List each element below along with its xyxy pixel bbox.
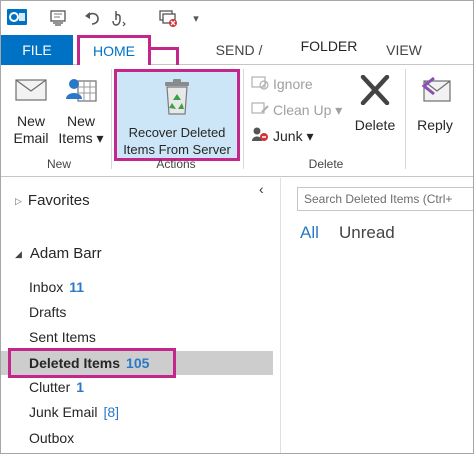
favorites-label: Favorites [27, 192, 90, 209]
delete-label: Delete [354, 117, 396, 133]
folder-junk-email[interactable]: Junk Email [8] [29, 401, 119, 423]
ribbon-home: New Email New Items ▾ New Recover Delete… [1, 65, 473, 177]
collapse-triangle-icon: ◢ [15, 248, 22, 259]
folder-name: Outbox [29, 430, 75, 446]
tab-home[interactable]: HOME [77, 35, 151, 66]
new-email-button[interactable]: New Email [9, 75, 53, 147]
favorites-header[interactable]: ▷ Favorites [15, 192, 90, 209]
deleted-items-highlight [8, 348, 176, 378]
new-email-icon [9, 75, 53, 109]
junk-button[interactable]: Junk ▾ [251, 125, 314, 147]
new-items-label-1: New [66, 113, 95, 129]
clean-up-label: Clean Up ▾ [273, 102, 343, 118]
item-count: [8] [103, 404, 120, 420]
send-receive-all-icon[interactable] [47, 7, 69, 29]
folder-drafts[interactable]: Drafts [29, 301, 66, 323]
junk-icon [251, 126, 269, 148]
undo-icon[interactable] [81, 7, 103, 29]
search-input[interactable]: Search Deleted Items (Ctrl+ [297, 187, 473, 211]
group-divider [243, 69, 244, 169]
folder-inbox[interactable]: Inbox 11 [29, 276, 84, 298]
expand-triangle-icon: ▷ [15, 195, 22, 206]
clean-up-button[interactable]: Clean Up ▾ [251, 99, 342, 121]
tab-view[interactable]: VIEW [381, 35, 427, 65]
delete-all-icon[interactable] [157, 7, 179, 29]
highlight-connector [149, 47, 179, 50]
new-items-icon [57, 75, 105, 109]
tab-file[interactable]: FILE [1, 35, 73, 65]
unread-count: 1 [76, 379, 85, 395]
collapse-pane-icon[interactable]: ‹ [259, 182, 273, 196]
new-items-button[interactable]: New Items ▾ [57, 75, 105, 147]
folder-name: Sent Items [29, 329, 96, 345]
pane-divider [280, 178, 281, 453]
clean-up-icon [251, 100, 269, 122]
tab-send-receive[interactable]: SEND / RECEIVE [187, 35, 291, 88]
reply-icon [411, 75, 459, 109]
account-name: Adam Barr [29, 245, 102, 262]
tab-folder[interactable]: FOLDER [299, 35, 359, 57]
folder-clutter[interactable]: Clutter 1 [29, 376, 84, 398]
recover-label-2: Items From Server [123, 142, 231, 157]
customize-toolbar-icon[interactable]: ▾ [185, 7, 207, 29]
message-list-pane [287, 178, 473, 453]
reply-label: Reply [417, 117, 453, 133]
ignore-button[interactable]: Ignore [251, 73, 313, 95]
quick-access-toolbar: ▾ [1, 1, 473, 35]
recover-label-1: Recover Deleted [128, 125, 226, 140]
new-email-label-2: Email [13, 130, 49, 146]
junk-label: Junk ▾ [273, 128, 314, 144]
recycle-bin-icon [162, 78, 192, 121]
ribbon-tabs: FILE HOME SEND / RECEIVE FOLDER VIEW [1, 35, 473, 88]
group-divider [405, 69, 406, 169]
touch-mode-icon[interactable] [107, 7, 129, 29]
new-group-label: New [46, 157, 71, 171]
delete-button[interactable]: Delete [351, 74, 399, 134]
filter-unread-tab[interactable]: Unread [339, 223, 395, 243]
new-email-label-1: New [16, 113, 45, 129]
folder-name: Drafts [29, 304, 67, 320]
folder-outbox[interactable]: Outbox [29, 427, 74, 449]
reply-button[interactable]: Reply [411, 75, 459, 134]
delete-x-icon [351, 74, 399, 109]
new-items-label-2: Items ▾ [58, 130, 104, 146]
folder-name: Inbox [29, 279, 64, 295]
outlook-logo-icon [7, 7, 27, 27]
filter-all-tab[interactable]: All [300, 223, 319, 243]
outlook-window: ▾ FILE HOME SEND / RECEIVE FOLDER VIEW N… [0, 0, 474, 454]
ignore-icon [251, 74, 269, 96]
folder-name: Junk Email [29, 404, 98, 420]
recover-deleted-items-button[interactable]: Recover Deleted Items From Server [114, 69, 240, 161]
delete-group-label: Delete [308, 157, 344, 171]
account-header[interactable]: ◢ Adam Barr [15, 245, 102, 262]
actions-group-label: Actions [156, 157, 196, 171]
folder-sent-items[interactable]: Sent Items [29, 326, 96, 348]
unread-count: 11 [69, 279, 85, 295]
group-divider [111, 69, 112, 169]
folder-name: Clutter [29, 379, 71, 395]
ignore-label: Ignore [273, 76, 313, 92]
